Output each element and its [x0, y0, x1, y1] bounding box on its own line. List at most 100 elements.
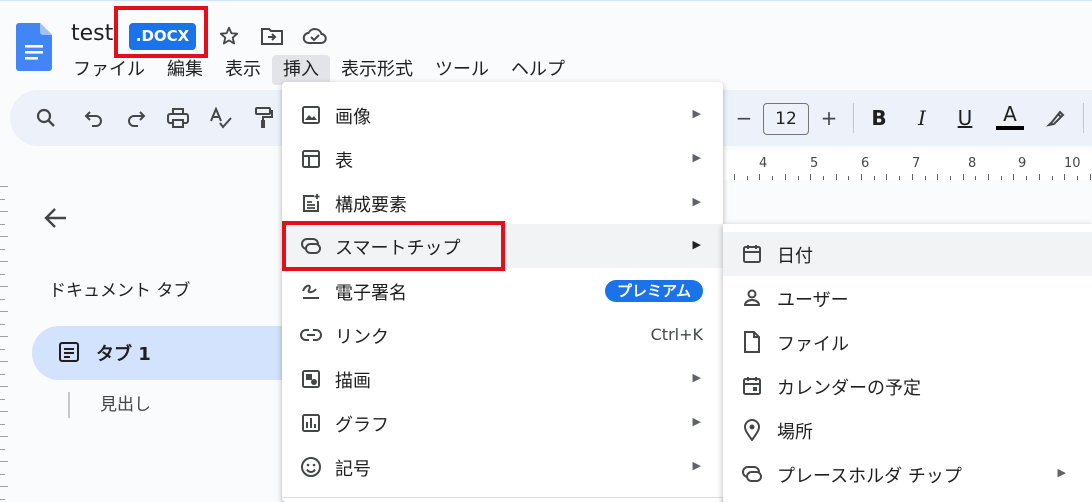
spellcheck-icon[interactable] [207, 104, 235, 132]
text-color-icon[interactable]: A [996, 102, 1024, 130]
submenu-item-calendar-event[interactable]: カレンダーの予定 [723, 364, 1092, 408]
font-size-input[interactable]: 12 [763, 103, 809, 135]
person-icon [741, 287, 763, 309]
ruler-tick [873, 176, 875, 180]
star-icon[interactable] [216, 23, 242, 49]
ruler-tick [0, 348, 5, 350]
submenu-item-placeholder-chip[interactable]: プレースホルダ チップ ▶ [723, 452, 1092, 496]
ruler-tick [0, 398, 5, 400]
menu-item-drawing[interactable]: 描画 ▶ [282, 357, 723, 401]
ruler-tick [0, 473, 5, 475]
ruler-tick [734, 174, 735, 180]
menu-bar: ファイル 編集 表示 挿入 表示形式 ツール ヘルプ [62, 55, 576, 85]
ruler-tick [1013, 174, 1015, 180]
calendar-icon [741, 243, 763, 265]
ruler-tick [0, 448, 5, 450]
menu-divider [282, 497, 723, 498]
document-outline-sidebar: ドキュメント タブ タブ 1 見出し [12, 180, 294, 502]
premium-badge: プレミアム [605, 280, 703, 302]
ruler-tick [0, 223, 5, 225]
bold-icon[interactable]: B [865, 104, 893, 132]
ruler-tick [0, 436, 8, 437]
ruler-tick [810, 174, 812, 180]
undo-icon[interactable] [80, 104, 108, 132]
menu-insert[interactable]: 挿入 [272, 55, 330, 85]
submenu-item-label: 日付 [777, 246, 813, 267]
submenu-item-label: ファイル [777, 334, 849, 355]
search-icon[interactable] [32, 104, 60, 132]
ruler-number: 6 [861, 156, 870, 171]
ruler-tick [784, 174, 786, 180]
menu-item-label: 表 [335, 151, 353, 172]
ruler-tick [835, 174, 837, 180]
toolbar-separator [853, 103, 854, 133]
paint-format-icon[interactable] [250, 104, 278, 132]
ruler-tick [1026, 176, 1028, 180]
ruler-tick [797, 176, 799, 180]
ruler-tick [962, 174, 964, 180]
cloud-saved-icon[interactable] [302, 23, 328, 49]
menu-edit[interactable]: 編集 [156, 55, 214, 85]
back-arrow-icon[interactable] [42, 204, 70, 232]
ruler-tick [1089, 174, 1091, 180]
menu-item-label: 画像 [335, 107, 371, 128]
calendar-event-icon [741, 375, 763, 397]
menu-item-building-blocks[interactable]: 構成要素 ▶ [282, 181, 723, 225]
menu-item-label: 構成要素 [335, 195, 407, 216]
menu-item-image[interactable]: 画像 ▶ [282, 93, 723, 137]
submenu-item-label: 場所 [777, 422, 813, 443]
highlight-icon[interactable] [1042, 104, 1070, 132]
increase-font-icon[interactable]: + [815, 104, 843, 132]
image-icon [300, 104, 322, 126]
ruler-tick [0, 236, 8, 237]
submenu-arrow-icon: ▶ [692, 238, 701, 251]
ruler-tick [1076, 176, 1078, 180]
decrease-font-icon[interactable]: − [730, 104, 758, 132]
menu-tools[interactable]: ツール [424, 55, 500, 85]
move-folder-icon[interactable] [259, 23, 285, 49]
ruler-tick [0, 373, 5, 375]
ruler-tick [861, 174, 862, 180]
ruler-number: 4 [759, 156, 768, 171]
menu-format[interactable]: 表示形式 [330, 55, 424, 85]
submenu-arrow-icon: ▶ [692, 151, 701, 164]
ruler-tick [911, 174, 913, 180]
docs-logo-icon[interactable] [16, 23, 52, 71]
submenu-arrow-icon: ▶ [692, 371, 701, 384]
submenu-arrow-icon: ▶ [1057, 466, 1066, 479]
menu-view[interactable]: 表示 [214, 55, 272, 85]
ruler-tick [886, 174, 888, 180]
menu-item-table[interactable]: 表 ▶ [282, 137, 723, 181]
document-title[interactable]: test [71, 21, 113, 46]
ruler-tick [772, 176, 774, 180]
ruler-tick [822, 176, 824, 180]
submenu-item-file[interactable]: ファイル [723, 320, 1092, 364]
ruler-tick [848, 176, 850, 180]
submenu-item-date[interactable]: 日付 [723, 232, 1092, 276]
ruler-tick [975, 176, 977, 180]
placeholder-chip-icon [741, 463, 763, 485]
submenu-item-people[interactable]: ユーザー [723, 276, 1092, 320]
submenu-item-place[interactable]: 場所 [723, 408, 1092, 452]
submenu-item-label: プレースホルダ チップ [777, 466, 962, 487]
ruler-tick [0, 198, 5, 200]
menu-help[interactable]: ヘルプ [500, 55, 576, 85]
file-icon [741, 331, 763, 353]
ruler-number: 9 [1018, 156, 1027, 171]
menu-item-esignature[interactable]: 電子署名 プレミアム [282, 269, 723, 313]
italic-icon[interactable]: I [908, 104, 936, 132]
link-icon [300, 324, 322, 346]
menu-item-symbols[interactable]: 記号 ▶ [282, 445, 723, 489]
submenu-arrow-icon: ▶ [692, 195, 701, 208]
document-tabs-label: ドキュメント タブ [49, 281, 191, 301]
ruler-tick [937, 174, 939, 180]
print-icon[interactable] [164, 104, 192, 132]
redo-icon[interactable] [122, 104, 150, 132]
menu-item-chart[interactable]: グラフ ▶ [282, 401, 723, 445]
menu-item-link[interactable]: リンク Ctrl+K [282, 313, 723, 357]
outline-heading-item[interactable]: 見出し [68, 392, 151, 418]
underline-icon[interactable]: U [951, 104, 979, 132]
docx-highlight-box [114, 6, 208, 58]
tab-item-1[interactable]: タブ 1 [32, 326, 294, 380]
menu-file[interactable]: ファイル [62, 55, 156, 85]
